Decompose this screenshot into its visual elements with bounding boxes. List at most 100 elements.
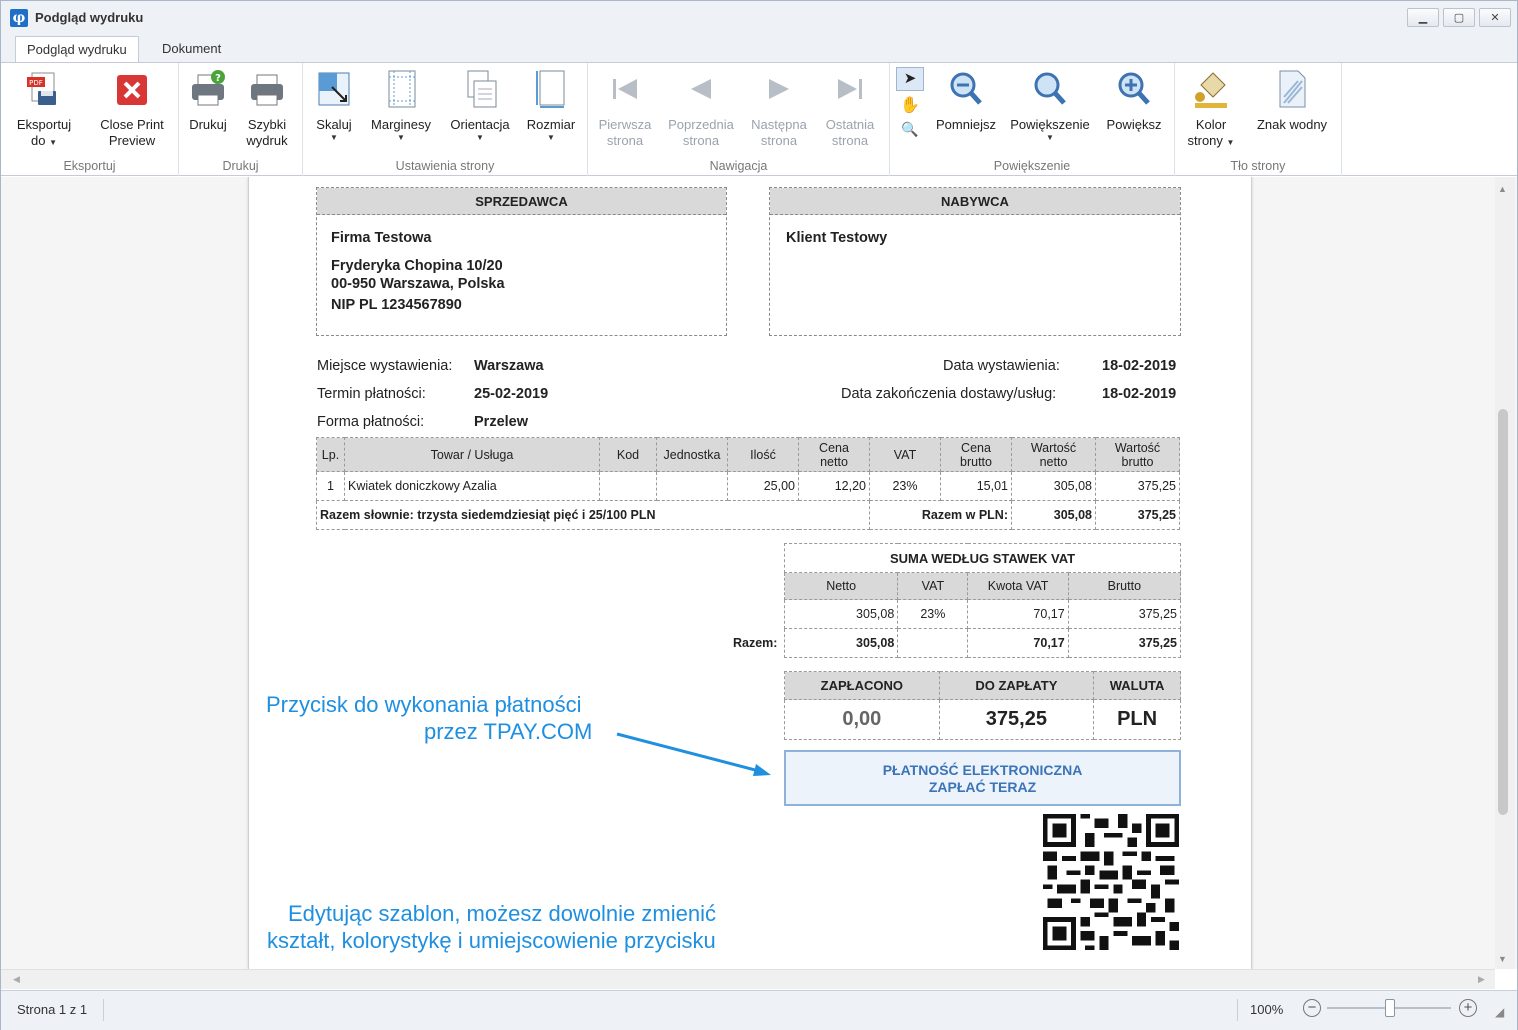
last-page-icon xyxy=(830,67,870,111)
first-page-icon xyxy=(605,67,645,111)
printer-icon xyxy=(247,67,287,111)
ribbon: PDF Eksportuj do ▼ Close Print Preview E… xyxy=(1,62,1517,176)
issue-date-value: 18-02-2019 xyxy=(1102,358,1177,374)
zoom-out-button[interactable]: Pomniejsz xyxy=(934,67,998,133)
svg-text:PDF: PDF xyxy=(29,79,43,87)
resize-grip-icon[interactable]: ◢ xyxy=(1495,1005,1504,1019)
scroll-up-icon[interactable]: ▲ xyxy=(1498,184,1507,194)
horizontal-scrollbar[interactable]: ◀ ▶ xyxy=(1,969,1495,989)
status-bar: Strona 1 z 1 100% − + ◢ xyxy=(1,990,1517,1030)
group-page-background: Kolor strony ▼ Znak wodny Tło strony xyxy=(1175,63,1342,176)
scroll-down-icon[interactable]: ▼ xyxy=(1498,954,1507,964)
buyer-name: Klient Testowy xyxy=(786,230,888,246)
svg-text:?: ? xyxy=(215,73,221,84)
title-bar: φ Podgląd wydruku ▁ ▢ ✕ xyxy=(1,1,1517,34)
dropdown-caret-icon: ▼ xyxy=(397,133,405,142)
close-red-icon xyxy=(112,67,152,111)
orientation-icon xyxy=(460,67,500,111)
zoom-in-icon xyxy=(1114,67,1154,111)
seller-nip: NIP PL 1234567890 xyxy=(331,297,462,313)
group-export: PDF Eksportuj do ▼ Close Print Preview E… xyxy=(1,63,179,176)
zoom-button[interactable]: Powiększenie ▼ xyxy=(1008,67,1092,143)
zoom-in-button[interactable]: Powiększ xyxy=(1102,67,1166,133)
seller-street: Fryderyka Chopina 10/20 xyxy=(331,258,503,274)
zoom-slider-thumb[interactable] xyxy=(1385,999,1395,1017)
size-button[interactable]: Rozmiar ▼ xyxy=(523,67,579,143)
tab-document[interactable]: Dokument xyxy=(151,36,232,63)
orientation-button[interactable]: Orientacja ▼ xyxy=(445,67,515,143)
previous-page-button[interactable]: Poprzednia strona xyxy=(664,67,738,149)
group-navigation: Pierwsza strona Poprzednia strona Następ… xyxy=(588,63,890,176)
print-button[interactable]: ? Drukuj xyxy=(185,67,231,133)
magnifier-tool-icon[interactable]: 🔍 xyxy=(898,121,922,143)
last-page-button[interactable]: Ostatnia strona xyxy=(818,67,882,149)
annotation-arrow-icon xyxy=(616,732,771,776)
total-gross: 375,25 xyxy=(1095,500,1180,530)
close-window-button[interactable]: ✕ xyxy=(1479,8,1511,27)
hand-tool-icon[interactable]: ✋ xyxy=(898,95,922,117)
watermark-button[interactable]: Znak wodny xyxy=(1251,67,1333,133)
group-page-setup: Skaluj ▼ Marginesy ▼ Orientacja ▼ Rozmia… xyxy=(303,63,588,176)
col-header-gross-value: Wartość brutto xyxy=(1095,437,1180,472)
seller-box: SPRZEDAWCA Firma Testowa Fryderyka Chopi… xyxy=(316,187,727,336)
page-size-icon xyxy=(531,67,571,111)
col-header-gross-price: Cena brutto xyxy=(940,437,1012,472)
seller-name: Firma Testowa xyxy=(331,230,432,246)
zoom-plus-icon[interactable]: + xyxy=(1459,999,1477,1017)
seller-header: SPRZEDAWCA xyxy=(317,188,726,215)
app-logo-icon: φ xyxy=(10,8,28,27)
total-net: 305,08 xyxy=(1011,500,1096,530)
issue-date-label: Data wystawienia: xyxy=(943,358,1060,374)
dropdown-caret-icon: ▼ xyxy=(547,133,555,142)
group-label-navigation: Nawigacja xyxy=(709,159,768,173)
preview-viewport[interactable]: SPRZEDAWCA Firma Testowa Fryderyka Chopi… xyxy=(1,177,1517,969)
zoom-icon xyxy=(1030,67,1070,111)
group-print: ? Drukuj Szybki wydruk Drukuj xyxy=(179,63,303,176)
dropdown-caret-icon: ▼ xyxy=(1226,138,1235,147)
vat-total-row: 305,08 70,17 375,25 xyxy=(783,628,1182,658)
group-label-page-setup: Ustawienia strony xyxy=(395,159,495,173)
due-date-value: 25-02-2019 xyxy=(474,386,549,402)
zoom-minus-icon[interactable]: − xyxy=(1303,999,1321,1017)
next-page-button[interactable]: Następna strona xyxy=(746,67,812,149)
pointer-tool-icon[interactable]: ➤ xyxy=(896,67,924,91)
currency: PLN xyxy=(1093,699,1181,740)
close-print-preview-button[interactable]: Close Print Preview xyxy=(93,67,171,149)
col-header-lp: Lp. xyxy=(316,437,345,472)
window-title: Podgląd wydruku xyxy=(35,10,144,25)
vat-summary: SUMA WEDŁUG STAWEK VAT Netto VAT Kwota V… xyxy=(783,543,1182,659)
col-header-vat: VAT xyxy=(869,437,941,472)
zoom-out-icon xyxy=(946,67,986,111)
place-value: Warszawa xyxy=(474,358,544,374)
payment-form-label: Forma płatności: xyxy=(317,414,425,430)
dropdown-caret-icon: ▼ xyxy=(330,133,338,142)
scroll-right-icon[interactable]: ▶ xyxy=(1478,974,1485,985)
vat-total-label: Razem: xyxy=(733,636,778,650)
scroll-left-icon[interactable]: ◀ xyxy=(13,974,20,985)
previous-page-icon xyxy=(681,67,721,111)
dropdown-caret-icon: ▼ xyxy=(49,138,57,147)
tab-print-preview[interactable]: Podgląd wydruku xyxy=(15,36,139,63)
total-in-words: Razem słownie: trzysta siedemdziesiąt pi… xyxy=(316,500,870,530)
buyer-header: NABYWCA xyxy=(770,188,1180,215)
maximize-button[interactable]: ▢ xyxy=(1443,8,1475,27)
group-label-export: Eksportuj xyxy=(63,159,116,173)
printer-help-icon: ? xyxy=(188,67,228,111)
page-color-button[interactable]: Kolor strony ▼ xyxy=(1181,67,1241,149)
paid-amount: 0,00 xyxy=(784,699,940,740)
scale-button[interactable]: Skaluj ▼ xyxy=(311,67,357,143)
paint-bucket-icon xyxy=(1191,67,1231,111)
col-header-unit: Jednostka xyxy=(656,437,728,472)
pay-now-button[interactable]: PŁATNOŚĆ ELEKTRONICZNA ZAPŁAĆ TERAZ xyxy=(784,750,1181,806)
export-button[interactable]: PDF Eksportuj do ▼ xyxy=(9,67,79,149)
margins-icon xyxy=(381,67,421,111)
minimize-button[interactable]: ▁ xyxy=(1407,8,1439,27)
quick-print-button[interactable]: Szybki wydruk xyxy=(237,67,297,149)
margins-button[interactable]: Marginesy ▼ xyxy=(367,67,435,143)
vertical-scroll-thumb[interactable] xyxy=(1498,409,1508,815)
vat-summary-title: SUMA WEDŁUG STAWEK VAT xyxy=(784,543,1181,573)
annotation-template-line2: kształt, kolorystykę i umiejscowienie pr… xyxy=(267,928,716,953)
first-page-button[interactable]: Pierwsza strona xyxy=(594,67,656,149)
annotation-template-line1: Edytując szablon, możesz dowolnie zmieni… xyxy=(288,901,716,926)
table-row: 1 Kwiatek doniczkowy Azalia 25,00 12,20 … xyxy=(316,471,1180,501)
